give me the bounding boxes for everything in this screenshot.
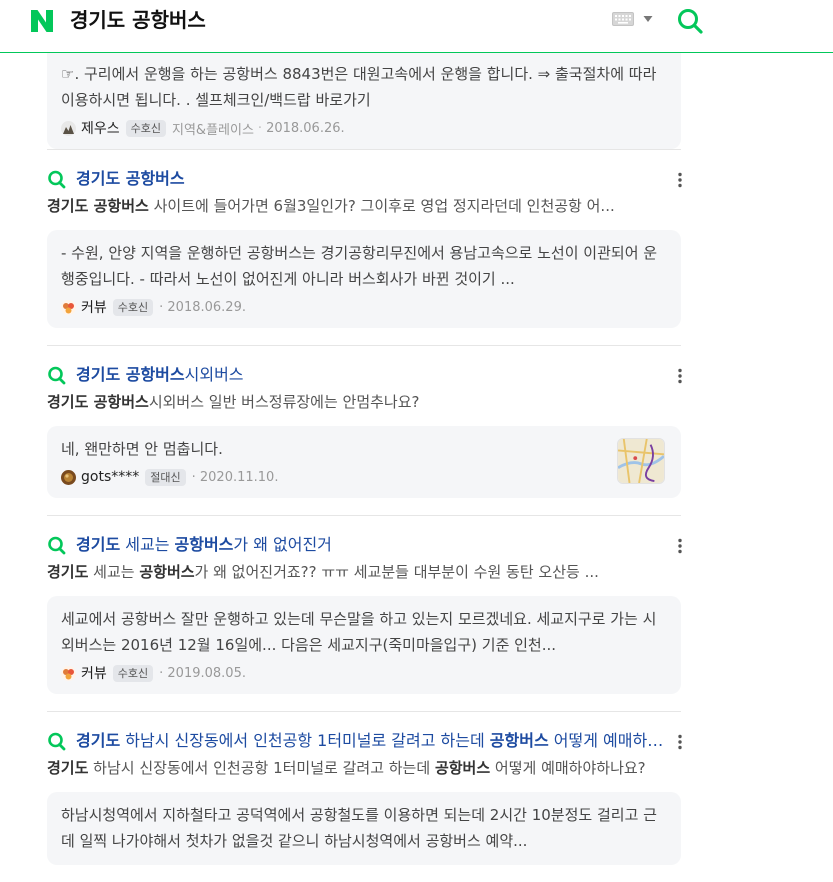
- question-title-link[interactable]: 경기도 공항버스시외버스: [76, 363, 244, 387]
- answer-date: · 2020.11.10.: [191, 469, 279, 485]
- snippet-text: 어떻게 예매하야하나요?: [490, 759, 646, 777]
- answer-user[interactable]: 커뷰: [81, 663, 107, 683]
- search-result: 경기도 세교는 공항버스가 왜 없어진거 경기도 세교는 공항버스가 왜 없어진거…: [47, 516, 683, 711]
- map-thumbnail[interactable]: [617, 438, 665, 484]
- answer-meta: gots**** 절대신 · 2020.11.10.: [61, 467, 601, 487]
- search-header: 경기도 공항버스: [0, 0, 833, 53]
- user-grade-badge: 수호신: [112, 298, 154, 316]
- snippet-keyword: 공항버스: [139, 563, 195, 581]
- user-avatar-icon: [61, 469, 76, 485]
- more-options-icon[interactable]: [677, 172, 683, 188]
- answer-text: - 수원, 안양 지역을 운행하던 공항버스는 경기공항리무진에서 용남고속으로…: [61, 244, 658, 288]
- question-snippet: 경기도 공항버스시외버스 일반 버스정류장에는 안멈추나요?: [47, 390, 681, 414]
- snippet-keyword: 공항버스: [434, 759, 491, 777]
- title-keyword: 경기도: [76, 731, 121, 750]
- user-avatar-icon: [61, 299, 76, 315]
- answer-text: 네, 왠만하면 안 멈춥니다.: [61, 440, 223, 458]
- search-icon[interactable]: [676, 7, 704, 35]
- snippet-text: 사이트에 들어가면 6월3일인가? 그이후로 영업 정지라던데 인천공항 어..…: [148, 197, 615, 215]
- user-grade-badge: 수호신: [112, 664, 154, 682]
- search-result: 경기도 하남시 신장동에서 인천공항 1터미널로 갈려고 하는데 공항버스 어떻…: [47, 712, 683, 882]
- answer-meta: 커뷰 수호신 · 2019.08.05.: [61, 663, 665, 683]
- answer-preview[interactable]: 하남시청역에서 지하철타고 공덕역에서 공항철도를 이용하면 되는데 2시간 1…: [47, 792, 681, 865]
- answer-user[interactable]: 커뷰: [81, 297, 107, 317]
- user-grade-badge: 절대신: [145, 468, 186, 486]
- title-text: 어떻게 예매하야하나요?: [553, 731, 671, 750]
- question-snippet: 경기도 하남시 신장동에서 인천공항 1터미널로 갈려고 하는데 공항버스 어떻…: [47, 756, 681, 780]
- question-line: 경기도 세교는 공항버스가 왜 없어진거: [47, 533, 681, 557]
- answer-date: 2018.06.26.: [266, 120, 345, 136]
- question-title-link[interactable]: 경기도 세교는 공항버스가 왜 없어진거: [76, 533, 332, 557]
- snippet-text: 하남시 신장동에서 인천공항 1터미널로 갈려고 하는데: [88, 759, 435, 777]
- snippet-keyword: 경기도: [47, 759, 89, 777]
- title-keyword: 경기도 공항버스: [76, 365, 185, 384]
- answer-text: 하남시청역에서 지하철타고 공덕역에서 공항철도를 이용하면 되는데 2시간 1…: [61, 806, 657, 850]
- answer-preview[interactable]: ☞. 구리에서 운행을 하는 공항버스 8843번은 대원고속에서 운행을 합니…: [47, 53, 681, 149]
- more-options-icon[interactable]: [677, 368, 683, 384]
- q-mark-icon: [48, 170, 66, 189]
- user-avatar-icon: [61, 120, 76, 136]
- answer-preview[interactable]: 네, 왠만하면 안 멈춥니다. gots**** 절대신 · 2020.11.10.: [47, 426, 681, 498]
- more-options-icon[interactable]: [677, 734, 683, 750]
- question-line: 경기도 공항버스: [47, 167, 681, 191]
- user-grade-badge: 수호신: [125, 119, 167, 137]
- chevron-down-icon[interactable]: [643, 15, 653, 23]
- title-text: 시외버스: [184, 365, 244, 384]
- search-query[interactable]: 경기도 공항버스: [70, 8, 206, 32]
- answer-user[interactable]: 제우스: [81, 118, 120, 138]
- title-keyword: 경기도 공항버스: [76, 169, 185, 188]
- q-mark-icon: [48, 366, 66, 385]
- user-avatar-icon: [61, 665, 76, 681]
- title-keyword: 공항버스: [174, 535, 234, 554]
- answer-text: ☞. 구리에서 운행을 하는 공항버스 8843번은 대원고속에서 운행을 합니…: [61, 65, 657, 109]
- search-result: 경기도 공항버스 경기도 공항버스 사이트에 들어가면 6월3일인가? 그이후로 …: [47, 150, 683, 345]
- title-text: 가 왜 없어진거: [233, 535, 332, 554]
- question-snippet: 경기도 공항버스 사이트에 들어가면 6월3일인가? 그이후로 영업 정지라던데…: [47, 194, 681, 218]
- answer-user[interactable]: gots****: [81, 469, 139, 485]
- search-result: 경기도 공항버스시외버스 경기도 공항버스시외버스 일반 버스정류장에는 안멈추나…: [47, 346, 683, 515]
- answer-date: · 2019.08.05.: [159, 665, 246, 681]
- title-keyword: 경기도: [76, 535, 121, 554]
- keyboard-icon[interactable]: [612, 12, 634, 26]
- title-text: 세교는: [120, 535, 175, 554]
- snippet-text: 시외버스 일반 버스정류장에는 안멈추나요?: [148, 393, 420, 411]
- snippet-keyword: 경기도 공항버스: [47, 197, 149, 215]
- answer-meta: 커뷰 수호신 · 2018.06.29.: [61, 297, 665, 317]
- q-mark-icon: [48, 536, 66, 555]
- results-list: ☞. 구리에서 운행을 하는 공항버스 8843번은 대원고속에서 운행을 합니…: [47, 53, 683, 882]
- answer-date: · 2018.06.29.: [159, 299, 246, 315]
- snippet-text: 가 왜 없어진거죠?? ㅠㅠ 세교분들 대부분이 수원 동탄 오산등 ...: [194, 563, 599, 581]
- map-image-icon: [618, 439, 664, 483]
- question-snippet: 경기도 세교는 공항버스가 왜 없어진거죠?? ㅠㅠ 세교분들 대부분이 수원 …: [47, 560, 681, 584]
- answer-preview[interactable]: - 수원, 안양 지역을 운행하던 공항버스는 경기공항리무진에서 용남고속으로…: [47, 230, 681, 328]
- answer-preview[interactable]: 세교에서 공항버스 잘만 운행하고 있는데 무슨말을 하고 있는지 모르겠네요.…: [47, 596, 681, 694]
- naver-logo-icon[interactable]: [29, 8, 55, 34]
- question-title-link[interactable]: 경기도 공항버스: [76, 167, 185, 191]
- answer-text: 세교에서 공항버스 잘만 운행하고 있는데 무슨말을 하고 있는지 모르겠네요.…: [61, 610, 657, 654]
- title-text: 하남시 신장동에서 인천공항 1터미널로 갈려고 하는데: [120, 731, 490, 750]
- meta-separator: ·: [257, 120, 263, 136]
- question-line: 경기도 공항버스시외버스: [47, 363, 681, 387]
- q-mark-icon: [48, 732, 66, 751]
- snippet-keyword: 경기도 공항버스: [47, 393, 149, 411]
- question-title-link[interactable]: 경기도 하남시 신장동에서 인천공항 1터미널로 갈려고 하는데 공항버스 어떻…: [76, 729, 671, 753]
- title-keyword: 공항버스: [489, 731, 549, 750]
- more-options-icon[interactable]: [677, 538, 683, 554]
- answer-category: 지역&플레이스: [172, 122, 254, 138]
- snippet-keyword: 경기도: [47, 563, 89, 581]
- question-line: 경기도 하남시 신장동에서 인천공항 1터미널로 갈려고 하는데 공항버스 어떻…: [47, 729, 681, 753]
- answer-meta: 제우스 수호신 지역&플레이스 · 2018.06.26.: [61, 118, 665, 138]
- snippet-text: 세교는: [88, 563, 140, 581]
